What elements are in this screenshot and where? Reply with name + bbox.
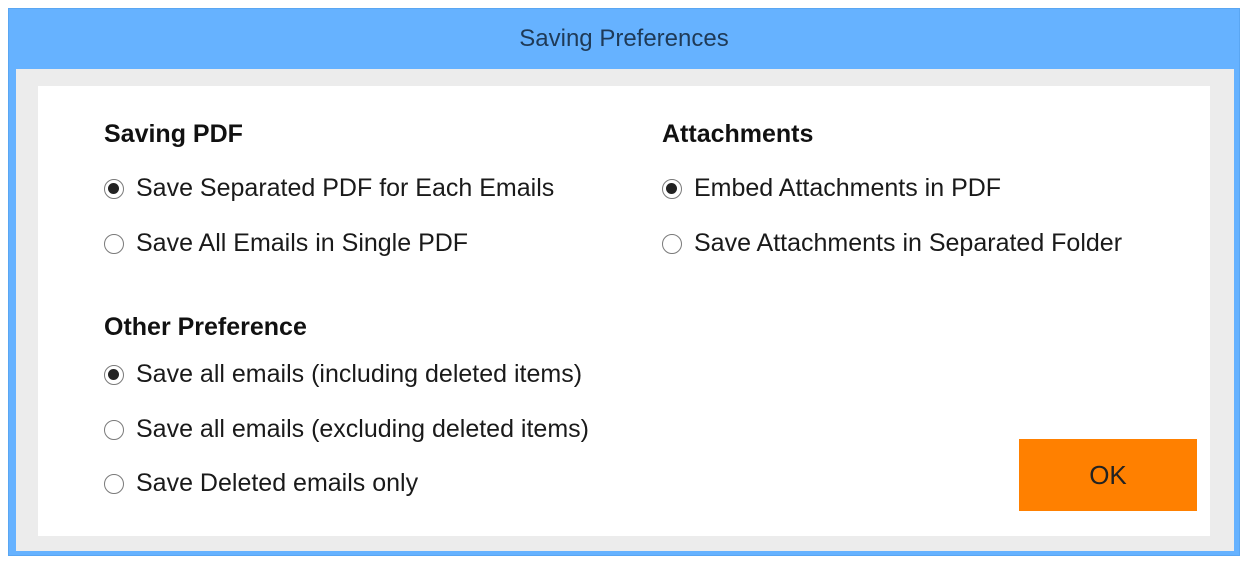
radio-label: Save Deleted emails only — [136, 469, 419, 497]
radio-button[interactable] — [104, 473, 124, 494]
radio-button[interactable] — [104, 419, 124, 440]
radio-button[interactable] — [662, 233, 682, 254]
radio-save-separated-pdf[interactable]: Save Separated PDF for Each Emails — [104, 174, 554, 203]
radio-label: Save all emails (excluding deleted items… — [136, 415, 589, 443]
radio-save-deleted-only[interactable]: Save Deleted emails only — [104, 469, 418, 498]
ok-button[interactable]: OK — [1019, 439, 1197, 511]
radio-label: Save all emails (including deleted items… — [136, 360, 583, 388]
radio-label: Embed Attachments in PDF — [694, 174, 1002, 202]
radio-button-selected[interactable] — [662, 178, 682, 199]
dialog-frame: Saving PDF Save Separated PDF for Each E… — [16, 69, 1234, 551]
radio-save-single-pdf[interactable]: Save All Emails in Single PDF — [104, 229, 468, 258]
dialog-title: Saving Preferences — [519, 25, 729, 52]
radio-save-attachments-folder[interactable]: Save Attachments in Separated Folder — [662, 229, 1122, 258]
radio-label: Save Separated PDF for Each Emails — [136, 174, 555, 202]
radio-button[interactable] — [104, 233, 124, 254]
radio-label: Save All Emails in Single PDF — [136, 229, 469, 257]
saving-pdf-heading: Saving PDF — [104, 120, 243, 148]
dialog-content: Saving PDF Save Separated PDF for Each E… — [38, 86, 1210, 536]
other-preference-heading: Other Preference — [104, 313, 307, 341]
saving-preferences-dialog: Saving Preferences Saving PDF Save Separ… — [8, 8, 1240, 556]
radio-label: Save Attachments in Separated Folder — [694, 229, 1123, 257]
radio-embed-attachments[interactable]: Embed Attachments in PDF — [662, 174, 1001, 203]
radio-save-including-deleted[interactable]: Save all emails (including deleted items… — [104, 360, 582, 389]
radio-save-excluding-deleted[interactable]: Save all emails (excluding deleted items… — [104, 415, 589, 444]
attachments-heading: Attachments — [662, 120, 814, 148]
radio-button-selected[interactable] — [104, 178, 124, 199]
radio-button-selected[interactable] — [104, 364, 124, 385]
